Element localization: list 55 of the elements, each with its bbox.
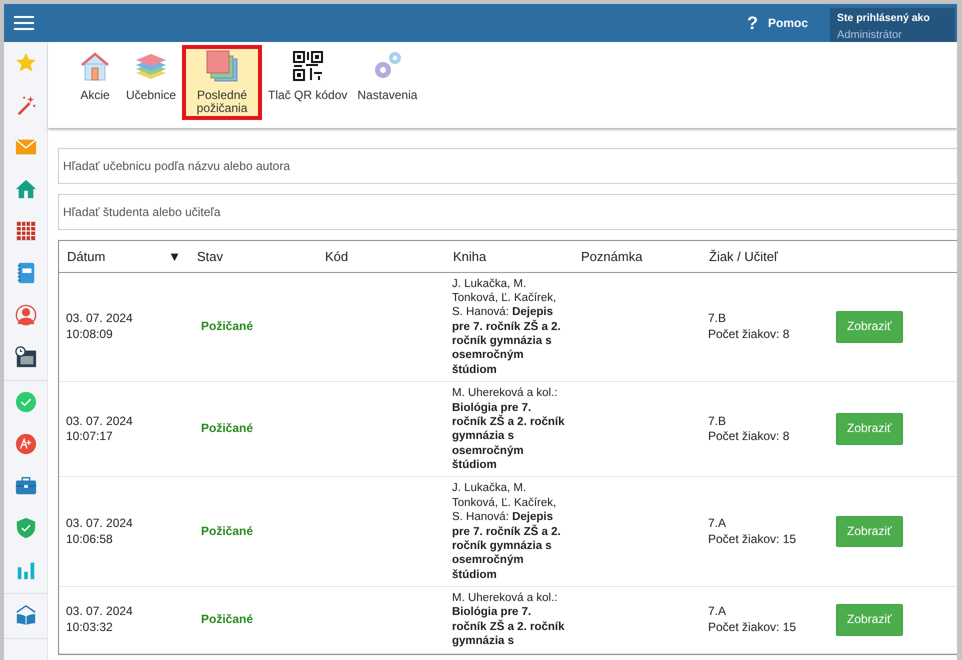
logged-in-label: Ste prihlásený ako xyxy=(837,11,931,26)
toolbar-button[interactable]: Nastavenia xyxy=(353,45,422,106)
student-count: Počet žiakov: 15 xyxy=(708,532,798,548)
grade-icon[interactable] xyxy=(14,433,36,455)
column-header[interactable]: Kód xyxy=(325,248,348,264)
date-text: 03. 07. 2024 xyxy=(66,414,134,430)
status-text: Požičané xyxy=(201,319,254,334)
class-text: 7.A xyxy=(708,516,728,532)
class-text: 7.B xyxy=(708,414,728,430)
status-text: Požičané xyxy=(201,524,254,538)
column-header[interactable]: Dátum xyxy=(67,246,106,266)
book-search-field[interactable]: Hľadať učebnicu podľa názvu alebo autora xyxy=(58,148,957,184)
status-text: Požičané xyxy=(201,421,254,436)
help-icon[interactable]: ? xyxy=(746,10,758,36)
column-header[interactable]: Stav xyxy=(197,248,224,264)
shield-check-icon[interactable] xyxy=(14,517,36,539)
column-header[interactable]: Žiak / Učiteľ xyxy=(709,248,778,264)
time-text: 10:07:17 xyxy=(66,429,114,445)
person-search-field[interactable]: Hľadať študenta alebo učiteľa xyxy=(58,194,957,230)
sort-arrow-icon[interactable]: ▼ xyxy=(168,246,181,266)
toolbar-button[interactable]: Posledné požičania xyxy=(182,45,262,120)
student-count: Počet žiakov: 8 xyxy=(708,429,790,445)
date-text: 03. 07. 2024 xyxy=(66,604,134,620)
help-link[interactable]: Pomoc xyxy=(768,14,808,32)
date-text: 03. 07. 2024 xyxy=(66,311,134,327)
stacked-cards-icon xyxy=(205,49,240,83)
book-text: J. Lukačka, M. Tonková, Ľ. Kačírek, S. Hanová: Dejepis pre 7. ročník ZŠ a 2. ročník gymnázia s osemročným štúdiom xyxy=(452,276,562,378)
date-text: 03. 07. 2024 xyxy=(66,516,134,532)
house-icon[interactable] xyxy=(14,178,36,200)
user-name[interactable]: Administrátor xyxy=(837,26,948,44)
time-text: 10:03:32 xyxy=(66,620,114,636)
class-text: 7.A xyxy=(708,604,728,620)
qr-code-icon xyxy=(290,49,325,83)
toolbar-button[interactable]: Tlač QR kódov xyxy=(264,45,352,106)
menu-icon[interactable] xyxy=(14,15,34,31)
student-count: Počet žiakov: 8 xyxy=(708,326,790,342)
column-header[interactable]: Kniha xyxy=(453,248,486,264)
toolbar-button[interactable]: Učebnice xyxy=(122,45,180,106)
calendar-clock-icon[interactable] xyxy=(14,346,36,368)
time-text: 10:08:09 xyxy=(66,326,114,342)
briefcase-icon[interactable] xyxy=(14,475,36,497)
book-icon[interactable] xyxy=(14,604,36,626)
check-badge-icon[interactable] xyxy=(14,391,36,413)
book-text: M. Uhereková a kol.: Biológia pre 7. ročník ZŠ a 2. ročník gymnázia s osemročným štúdiom xyxy=(452,386,566,472)
calendar-icon[interactable] xyxy=(14,220,36,242)
book-text: M. Uhereková a kol.: Biológia pre 7. ročník ZŠ a 2. ročník gymnázia s xyxy=(452,591,566,648)
user-icon[interactable] xyxy=(14,304,36,326)
time-text: 10:06:58 xyxy=(66,532,114,548)
class-text: 7.B xyxy=(708,311,728,327)
star-icon[interactable] xyxy=(14,52,36,74)
student-count: Počet žiakov: 15 xyxy=(708,620,798,636)
toolbar-button[interactable]: Akcie xyxy=(70,45,120,106)
book-text: J. Lukačka, M. Tonková, Ľ. Kačírek, S. Hanová: Dejepis pre 7. ročník ZŠ a 2. ročník gymnázia s osemročným štúdiom xyxy=(452,481,562,582)
status-text: Požičané xyxy=(201,612,254,626)
column-header[interactable]: Poznámka xyxy=(581,248,642,264)
